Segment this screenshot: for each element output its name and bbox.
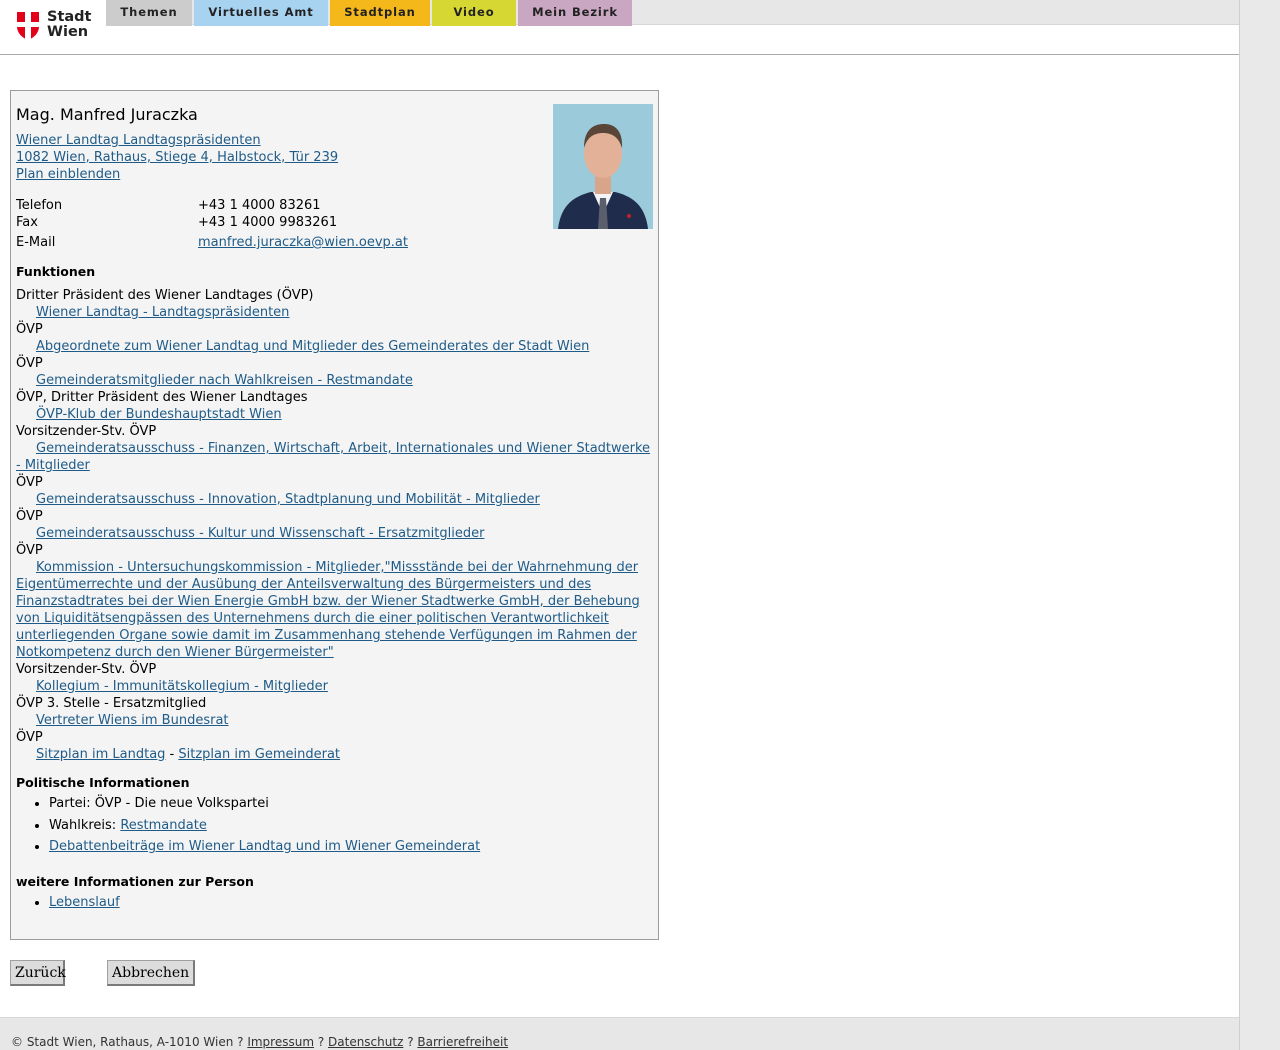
function-role: Dritter Präsident des Wiener Landtages (… [16, 288, 314, 303]
phone-value: +43 1 4000 83261 [198, 198, 321, 213]
function-org-link[interactable]: ÖVP-Klub der Bundeshauptstadt Wien [36, 407, 282, 422]
datenschutz-link[interactable]: Datenschutz [328, 1035, 403, 1049]
logo-line-2: Wien [47, 24, 89, 40]
portrait-image [553, 104, 653, 229]
list-item: Wahlkreis: Restmandate [49, 817, 649, 834]
nav-tab-virtuelles-amt[interactable]: Virtuelles Amt [194, 0, 328, 26]
function-role: ÖVP [16, 543, 43, 558]
function-role: ÖVP, Dritter Präsident des Wiener Landta… [16, 390, 308, 405]
political-info-list: Partei: ÖVP - Die neue Volkspartei Wahlk… [16, 795, 649, 860]
function-org-link[interactable]: Kommission - Untersuchungskommission - M… [16, 560, 640, 660]
person-name: Mag. Manfred Juraczka [16, 105, 198, 124]
nav-tab-stadtplan[interactable]: Stadtplan [330, 0, 430, 26]
function-role: ÖVP [16, 730, 43, 745]
function-org-link[interactable]: Gemeinderatsausschuss - Finanzen, Wirtsc… [16, 441, 650, 473]
function-role: ÖVP [16, 475, 43, 490]
function-org-link[interactable]: Wiener Landtag - Landtagspräsidenten [36, 305, 289, 320]
back-button[interactable]: Zurück [10, 960, 66, 986]
function-org-link[interactable]: Gemeinderatsausschuss - Kultur und Wisse… [36, 526, 484, 541]
person-photo [553, 104, 653, 229]
footer-copyright: © Stadt Wien, Rathaus, A-1010 Wien [11, 1035, 234, 1049]
wahlkreis-label: Wahlkreis: [49, 817, 121, 833]
logo-wordmark: Stadt Wien [47, 10, 91, 40]
function-role: Vorsitzender-Stv. ÖVP [16, 662, 157, 677]
function-org-link[interactable]: Vertreter Wiens im Bundesrat [36, 713, 229, 728]
function-org-link[interactable]: Kollegium - Immunitätskollegium - Mitgli… [36, 679, 328, 694]
wien-shield-icon [17, 12, 39, 40]
cv-link[interactable]: Lebenslauf [49, 895, 120, 910]
footer-separator: ? [403, 1035, 418, 1049]
show-plan-link[interactable]: Plan einblenden [16, 167, 120, 182]
party-text: Partei: ÖVP - Die neue Volkspartei [49, 796, 269, 811]
list-item: Lebenslauf [49, 894, 649, 911]
phone-label: Telefon [16, 198, 63, 213]
scrollbar-gutter[interactable] [1239, 0, 1280, 1050]
function-org-link[interactable]: Gemeinderatsmitglieder nach Wahlkreisen … [36, 373, 413, 388]
nav-tab-themen[interactable]: Themen [106, 0, 192, 26]
fax-value: +43 1 4000 9983261 [198, 215, 338, 230]
footer-separator: ? [233, 1035, 248, 1049]
list-item: Partei: ÖVP - Die neue Volkspartei [49, 795, 649, 812]
footer-separator: ? [314, 1035, 329, 1049]
email-label: E-Mail [16, 235, 56, 250]
nav-tab-video[interactable]: Video [432, 0, 516, 26]
nav-tab-mein-bezirk[interactable]: Mein Bezirk [518, 0, 632, 26]
more-info-heading: weitere Informationen zur Person [16, 874, 254, 889]
list-item: Debattenbeiträge im Wiener Landtag und i… [49, 838, 649, 855]
wahlkreis-link[interactable]: Restmandate [120, 818, 207, 833]
function-role: Vorsitzender-Stv. ÖVP [16, 424, 157, 439]
stadt-wien-logo[interactable]: Stadt Wien [16, 10, 96, 42]
function-org-link[interactable]: Abgeordnete zum Wiener Landtag und Mitgl… [36, 339, 589, 354]
fax-label: Fax [16, 215, 38, 230]
function-role: ÖVP 3. Stelle - Ersatzmitglied [16, 696, 207, 711]
impressum-link[interactable]: Impressum [247, 1035, 314, 1049]
org-link[interactable]: Wiener Landtag Landtagspräsidenten [16, 133, 261, 148]
function-role: ÖVP [16, 322, 43, 337]
function-role: ÖVP [16, 509, 43, 524]
person-card: Mag. Manfred Juraczka Wiener Landtag Lan… [10, 90, 659, 940]
function-role: ÖVP [16, 356, 43, 371]
email-link[interactable]: manfred.juraczka@wien.oevp.at [198, 235, 408, 250]
functions-list: Dritter Präsident des Wiener Landtages (… [16, 287, 652, 763]
cancel-button[interactable]: Abbrechen [107, 960, 195, 986]
more-info-list: Lebenslauf [16, 894, 649, 916]
seatplan-separator: - [165, 747, 179, 762]
address-link[interactable]: 1082 Wien, Rathaus, Stiege 4, Halbstock,… [16, 150, 338, 165]
seatplan-landtag-link[interactable]: Sitzplan im Landtag [36, 747, 165, 762]
function-org-link[interactable]: Gemeinderatsausschuss - Innovation, Stad… [36, 492, 540, 507]
barrierefreiheit-link[interactable]: Barrierefreiheit [417, 1035, 508, 1049]
logo-line-1: Stadt [47, 9, 92, 25]
functions-heading: Funktionen [16, 264, 96, 279]
footer-text: © Stadt Wien, Rathaus, A-1010 Wien ? Imp… [11, 1034, 508, 1050]
site-footer: © Stadt Wien, Rathaus, A-1010 Wien ? Imp… [0, 1017, 1239, 1050]
political-heading: Politische Informationen [16, 775, 190, 790]
debates-link[interactable]: Debattenbeiträge im Wiener Landtag und i… [49, 839, 480, 854]
seatplan-gemeinderat-link[interactable]: Sitzplan im Gemeinderat [178, 747, 340, 762]
